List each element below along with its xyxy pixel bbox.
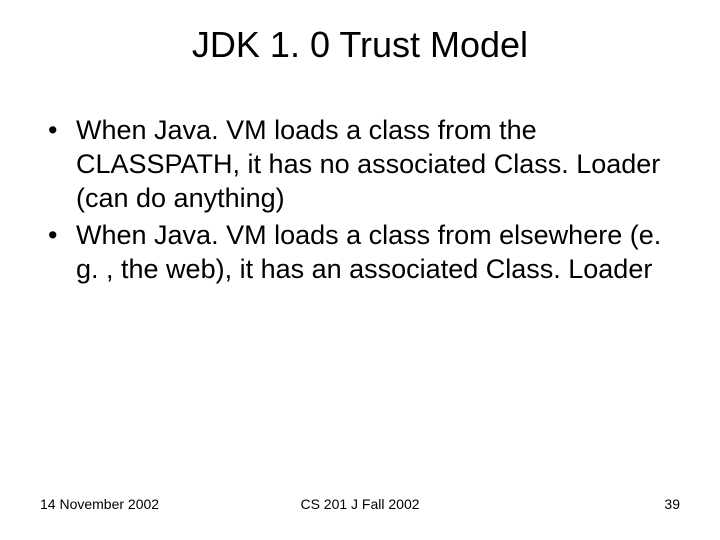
slide-title: JDK 1. 0 Trust Model <box>40 24 680 66</box>
bullet-list: When Java. VM loads a class from the CLA… <box>40 114 680 287</box>
slide: JDK 1. 0 Trust Model When Java. VM loads… <box>0 0 720 540</box>
list-item: When Java. VM loads a class from elsewhe… <box>48 219 680 287</box>
footer-page: 39 <box>664 496 680 512</box>
list-item: When Java. VM loads a class from the CLA… <box>48 114 680 215</box>
footer-course: CS 201 J Fall 2002 <box>300 496 419 512</box>
footer-date: 14 November 2002 <box>40 496 159 512</box>
slide-footer: 14 November 2002 CS 201 J Fall 2002 39 <box>0 496 720 512</box>
